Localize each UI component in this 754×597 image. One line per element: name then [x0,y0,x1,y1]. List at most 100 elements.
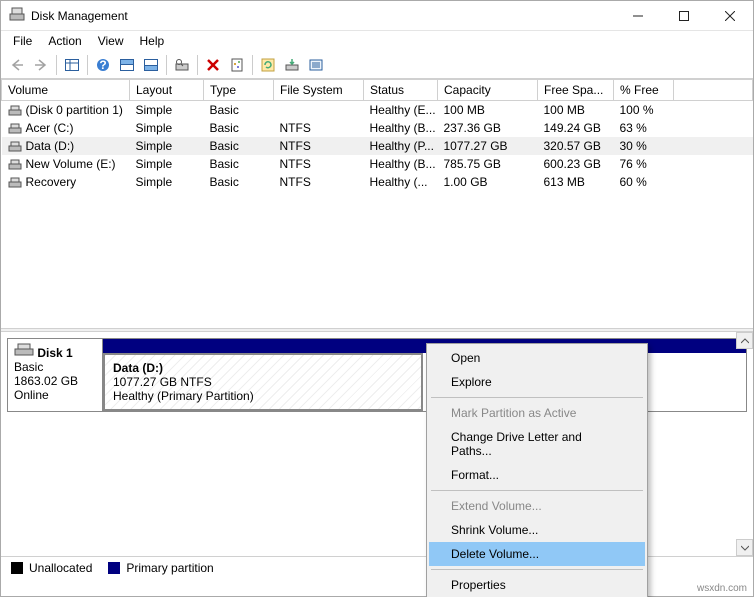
disk-label[interactable]: Disk 1 Basic 1863.02 GB Online [7,338,103,412]
properties-button[interactable] [225,53,249,77]
cell-layout: Simple [130,155,204,173]
disk-management-window: Disk Management File Action View Help ? [0,0,754,597]
delete-button[interactable] [201,53,225,77]
context-menu: Open Explore Mark Partition as Active Ch… [426,343,648,597]
cell-volume: Recovery [2,173,130,191]
cell-layout: Simple [130,101,204,120]
table-row[interactable]: (Disk 0 partition 1)SimpleBasicHealthy (… [2,101,753,120]
table-row[interactable]: Acer (C:)SimpleBasicNTFSHealthy (B...237… [2,119,753,137]
menu-action[interactable]: Action [40,32,89,50]
menu-help[interactable]: Help [132,32,173,50]
cell-type: Basic [204,119,274,137]
col-free[interactable]: Free Spa... [538,80,614,101]
col-spacer [674,80,753,101]
close-button[interactable] [707,1,753,31]
toolbar: ? [1,51,753,79]
maximize-button[interactable] [661,1,707,31]
partition-size: 1077.27 GB NTFS [113,375,413,389]
disk-size: 1863.02 GB [14,374,78,388]
col-type[interactable]: Type [204,80,274,101]
view-bottom-button[interactable] [139,53,163,77]
ctx-separator [431,397,643,398]
ctx-open[interactable]: Open [429,346,645,370]
toolbar-separator [252,55,253,75]
app-icon [9,6,25,25]
rescan-button[interactable] [280,53,304,77]
cell-type: Basic [204,173,274,191]
minimize-button[interactable] [615,1,661,31]
cell-status: Healthy (P... [364,137,438,155]
cell-volume: Acer (C:) [2,119,130,137]
cell-status: Healthy (... [364,173,438,191]
forward-button[interactable] [29,53,53,77]
ctx-shrink[interactable]: Shrink Volume... [429,518,645,542]
cell-volume: Data (D:) [2,137,130,155]
ctx-format[interactable]: Format... [429,463,645,487]
cell-pct: 100 % [614,101,674,120]
cell-free: 613 MB [538,173,614,191]
settings-button[interactable] [170,53,194,77]
cell-type: Basic [204,101,274,120]
table-row[interactable]: Data (D:)SimpleBasicNTFSHealthy (P...107… [2,137,753,155]
cell-free: 320.57 GB [538,137,614,155]
col-capacity[interactable]: Capacity [438,80,538,101]
window-title: Disk Management [31,9,128,23]
table-row[interactable]: New Volume (E:)SimpleBasicNTFSHealthy (B… [2,155,753,173]
ctx-extend: Extend Volume... [429,494,645,518]
cell-capacity: 1077.27 GB [438,137,538,155]
cell-fs: NTFS [274,137,364,155]
cell-fs: NTFS [274,119,364,137]
cell-capacity: 785.75 GB [438,155,538,173]
disk-icon [14,346,34,360]
cell-capacity: 237.36 GB [438,119,538,137]
volume-table: Volume Layout Type File System Status Ca… [1,79,753,191]
ctx-separator [431,490,643,491]
view-top-button[interactable] [115,53,139,77]
action-list-button[interactable] [304,53,328,77]
cell-free: 600.23 GB [538,155,614,173]
partition-block[interactable]: Data (D:) 1077.27 GB NTFS Healthy (Prima… [103,353,423,411]
disk-type: Basic [14,360,43,374]
toolbar-separator [56,55,57,75]
menu-view[interactable]: View [90,32,132,50]
disk-header-bar [103,339,746,353]
table-row[interactable]: RecoverySimpleBasicNTFSHealthy (...1.00 … [2,173,753,191]
menu-file[interactable]: File [5,32,40,50]
cell-free: 149.24 GB [538,119,614,137]
disk-status: Online [14,388,49,402]
cell-fs [274,101,364,120]
legend-unallocated: Unallocated [11,561,92,575]
refresh-button[interactable] [256,53,280,77]
cell-capacity: 100 MB [438,101,538,120]
cell-pct: 60 % [614,173,674,191]
col-layout[interactable]: Layout [130,80,204,101]
col-volume[interactable]: Volume [2,80,130,101]
col-pctfree[interactable]: % Free [614,80,674,101]
cell-fs: NTFS [274,173,364,191]
volume-list-pane[interactable]: Volume Layout Type File System Status Ca… [1,79,753,328]
ctx-separator [431,569,643,570]
legend-primary: Primary partition [108,561,213,575]
disk-graph: Data (D:) 1077.27 GB NTFS Healthy (Prima… [103,338,747,412]
scroll-up-button[interactable] [736,332,753,349]
cell-pct: 30 % [614,137,674,155]
col-status[interactable]: Status [364,80,438,101]
back-button[interactable] [5,53,29,77]
cell-volume: New Volume (E:) [2,155,130,173]
titlebar: Disk Management [1,1,753,31]
cell-pct: 76 % [614,155,674,173]
ctx-explore[interactable]: Explore [429,370,645,394]
volume-icon [8,123,22,135]
col-filesystem[interactable]: File System [274,80,364,101]
ctx-properties[interactable]: Properties [429,573,645,597]
toolbar-separator [197,55,198,75]
ctx-change-letter[interactable]: Change Drive Letter and Paths... [429,425,645,463]
show-hide-tree-button[interactable] [60,53,84,77]
partition-state: Healthy (Primary Partition) [113,389,413,403]
svg-text:?: ? [99,58,106,72]
ctx-delete[interactable]: Delete Volume... [429,542,645,566]
cell-layout: Simple [130,137,204,155]
scroll-down-button[interactable] [736,539,753,556]
help-button[interactable]: ? [91,53,115,77]
volume-icon [8,159,22,171]
